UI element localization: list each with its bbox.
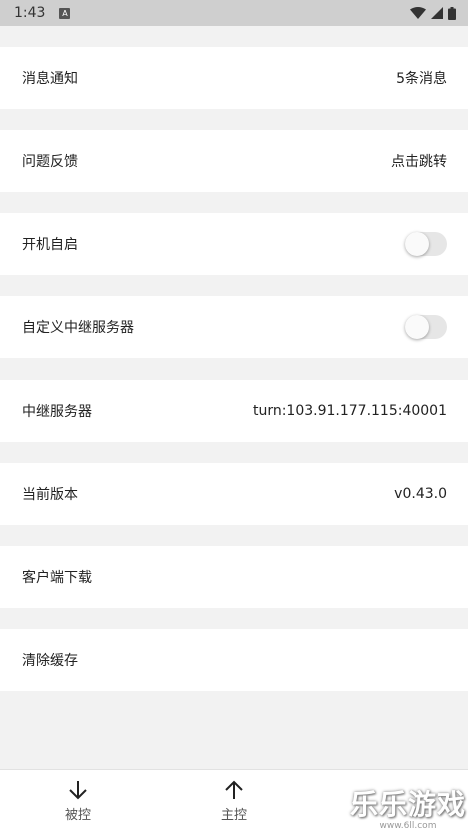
watermark-logo: 乐乐游戏 www.6ll.com bbox=[350, 784, 467, 831]
version-value: v0.43.0 bbox=[394, 486, 447, 502]
custom-relay-row: 自定义中继服务器 bbox=[0, 296, 468, 358]
relay-server-label: 中继服务器 bbox=[22, 404, 92, 420]
wifi-icon bbox=[410, 6, 426, 19]
nav-controller[interactable]: 主控 bbox=[156, 770, 312, 832]
toggle-knob bbox=[405, 232, 429, 256]
auto-start-label: 开机自启 bbox=[22, 237, 78, 253]
signal-icon bbox=[431, 7, 443, 19]
watermark-text: 乐乐游戏 bbox=[350, 788, 467, 821]
clear-cache-row[interactable]: 清除缓存 bbox=[0, 629, 468, 691]
clear-cache-label: 清除缓存 bbox=[22, 653, 78, 669]
nav-controlled[interactable]: 被控 bbox=[0, 770, 156, 832]
status-icons bbox=[410, 6, 456, 20]
version-label: 当前版本 bbox=[22, 487, 78, 503]
status-time: 1:43 bbox=[14, 5, 46, 21]
custom-relay-label: 自定义中继服务器 bbox=[22, 320, 134, 336]
version-row[interactable]: 当前版本 v0.43.0 bbox=[0, 463, 468, 525]
watermark-url: www.6ll.com bbox=[379, 821, 437, 831]
client-download-label: 客户端下载 bbox=[22, 570, 92, 586]
custom-relay-toggle[interactable] bbox=[405, 315, 447, 339]
status-bar: 1:43 A bbox=[0, 0, 468, 26]
feedback-label: 问题反馈 bbox=[22, 154, 78, 170]
battery-icon bbox=[448, 6, 456, 20]
relay-server-row[interactable]: 中继服务器 turn:103.91.177.115:40001 bbox=[0, 380, 468, 442]
notifications-value: 5条消息 bbox=[396, 71, 447, 87]
notification-a-icon: A bbox=[59, 7, 71, 19]
nav-controller-label: 主控 bbox=[220, 808, 247, 823]
feedback-value: 点击跳转 bbox=[391, 154, 447, 170]
auto-start-toggle[interactable] bbox=[405, 232, 447, 256]
feedback-row[interactable]: 问题反馈 点击跳转 bbox=[0, 130, 468, 192]
nav-controlled-label: 被控 bbox=[64, 808, 91, 823]
arrow-up-icon bbox=[225, 780, 243, 799]
arrow-down-icon bbox=[69, 781, 87, 800]
toggle-knob bbox=[405, 315, 429, 339]
relay-server-value: turn:103.91.177.115:40001 bbox=[252, 403, 447, 419]
notifications-label: 消息通知 bbox=[22, 71, 78, 87]
notifications-row[interactable]: 消息通知 5条消息 bbox=[0, 47, 468, 109]
client-download-row[interactable]: 客户端下载 bbox=[0, 546, 468, 608]
auto-start-row: 开机自启 bbox=[0, 213, 468, 275]
